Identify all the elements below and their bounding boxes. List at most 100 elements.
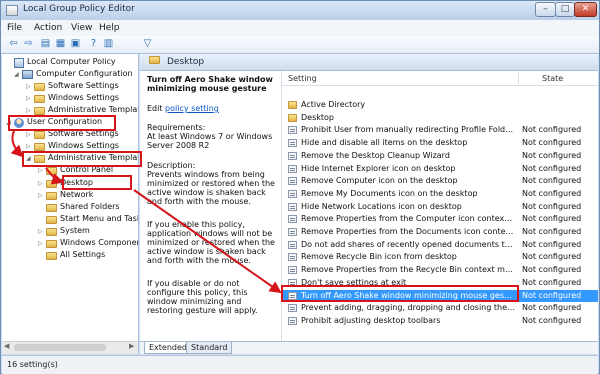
close-button[interactable]: ✕: [574, 2, 597, 17]
collapsed-arrow-icon[interactable]: ▷: [38, 180, 46, 187]
show-hide-tree-icon[interactable]: ▦: [54, 38, 67, 50]
forward-arrow-icon[interactable]: ⇨: [22, 38, 35, 50]
tree-item-computer-configuration[interactable]: ◢ Computer Configuration: [14, 69, 133, 81]
policy-setting-icon: [288, 240, 297, 249]
setting-row[interactable]: Remove My Documents icon on the desktop N…: [282, 188, 598, 200]
back-arrow-icon[interactable]: ⇦: [7, 38, 20, 50]
folder-icon: [46, 180, 57, 188]
window-title: Local Group Policy Editor: [23, 4, 135, 14]
setting-row[interactable]: Remove Computer icon on the desktop Not c…: [282, 175, 598, 187]
list-folder-row[interactable]: Desktop: [282, 112, 598, 124]
status-text: 16 setting(s): [7, 360, 58, 369]
policy-setting-icon: [288, 126, 297, 135]
setting-row[interactable]: Hide and disable all items on the deskto…: [282, 137, 598, 149]
collapsed-arrow-icon[interactable]: ▷: [38, 228, 46, 235]
setting-row[interactable]: Hide Internet Explorer icon on desktop No…: [282, 163, 598, 175]
description-pane: Turn off Aero Shake window minimizing mo…: [140, 71, 282, 341]
setting-name: Hide and disable all items on the deskto…: [301, 138, 468, 148]
setting-row[interactable]: Prohibit adjusting desktop toolbars Not c…: [282, 315, 598, 327]
menu-help[interactable]: Help: [99, 23, 120, 33]
minimize-button[interactable]: –: [535, 2, 556, 17]
setting-row[interactable]: Prevent adding, dragging, dropping and c…: [282, 302, 598, 314]
tree-item-label: Administrative Templates: [48, 153, 138, 162]
tree-item-label: Network: [60, 190, 94, 199]
policy-setting-icon: [288, 151, 297, 160]
collapsed-arrow-icon[interactable]: ▷: [38, 167, 46, 174]
setting-state: Not configured: [522, 277, 582, 287]
tree-item-administrative-templates[interactable]: ◢ Administrative Templates: [26, 153, 138, 165]
tree-item-software-settings[interactable]: ▷ Software Settings: [26, 129, 119, 141]
setting-row[interactable]: Hide Network Locations icon on desktop No…: [282, 201, 598, 213]
column-state[interactable]: State: [542, 74, 563, 83]
help-icon[interactable]: ?: [87, 38, 100, 50]
requirements-label: Requirements:: [147, 123, 206, 132]
scroll-right-icon[interactable]: ▶: [129, 342, 134, 350]
collapsed-arrow-icon[interactable]: ▷: [26, 107, 34, 114]
tree-item-label: All Settings: [60, 250, 106, 259]
policy-setting-icon: [288, 291, 297, 300]
tab-extended[interactable]: Extended: [144, 342, 192, 354]
tree-horizontal-scrollbar[interactable]: ◀ ▶: [2, 341, 138, 354]
setting-state: Not configured: [522, 290, 582, 300]
setting-row[interactable]: Remove the Desktop Cleanup Wizard Not con…: [282, 150, 598, 162]
tree-item-local-computer-policy[interactable]: Local Computer Policy: [6, 57, 116, 69]
export-list-icon[interactable]: ▣: [69, 38, 82, 50]
collapsed-arrow-icon[interactable]: ▷: [26, 83, 34, 90]
tree-item-system[interactable]: ▷ System: [38, 226, 90, 238]
tree-item-user-configuration[interactable]: ◢ User Configuration: [6, 117, 102, 129]
tab-standard[interactable]: Standard: [186, 342, 233, 354]
policy-setting-icon: [288, 304, 297, 313]
title-bar[interactable]: Local Group Policy Editor – □ ✕: [1, 1, 599, 20]
tree-item-start-menu-and-taskb[interactable]: Start Menu and Taskb: [38, 214, 138, 226]
folder-icon: [149, 56, 160, 64]
edit-policy-link[interactable]: policy setting: [165, 104, 219, 113]
folder-icon: [288, 113, 297, 122]
filter-icon[interactable]: ▽: [141, 38, 154, 50]
column-divider[interactable]: [518, 72, 519, 84]
expanded-arrow-icon[interactable]: ◢: [26, 155, 34, 162]
tree-item-all-settings[interactable]: All Settings: [38, 250, 105, 262]
expanded-arrow-icon[interactable]: ◢: [14, 71, 22, 78]
properties-icon[interactable]: ▥: [102, 38, 115, 50]
menu-action[interactable]: Action: [34, 23, 62, 33]
collapsed-arrow-icon[interactable]: ▷: [26, 131, 34, 138]
tree-item-shared-folders[interactable]: Shared Folders: [38, 202, 120, 214]
setting-row[interactable]: Prohibit User from manually redirecting …: [282, 124, 598, 136]
setting-name: Remove Properties from the Documents ico…: [301, 227, 515, 236]
enable-text: If you enable this policy, application w…: [147, 220, 275, 265]
tree-item-windows-settings[interactable]: ▷ Windows Settings: [26, 93, 119, 105]
menu-view[interactable]: View: [71, 23, 92, 33]
navigation-tree[interactable]: Local Computer Policy ◢ Computer Configura…: [2, 54, 139, 354]
menu-file[interactable]: File: [7, 23, 22, 33]
collapsed-arrow-icon[interactable]: ▷: [38, 240, 46, 247]
tree-item-desktop[interactable]: ▷ Desktop: [38, 178, 93, 190]
scroll-left-icon[interactable]: ◀: [4, 342, 9, 350]
up-folder-icon[interactable]: ▤: [39, 38, 52, 50]
tree-item-control-panel[interactable]: ▷ Control Panel: [38, 165, 113, 177]
setting-row[interactable]: Remove Recycle Bin icon from desktop Not …: [282, 251, 598, 263]
collapsed-arrow-icon[interactable]: ▷: [38, 192, 46, 199]
expanded-arrow-icon[interactable]: ◢: [6, 119, 14, 126]
tree-item-software-settings[interactable]: ▷ Software Settings: [26, 81, 119, 93]
setting-row[interactable]: Remove Properties from the Documents ico…: [282, 226, 598, 238]
tree-item-administrative-templates[interactable]: ▷ Administrative Templates: [26, 105, 138, 117]
maximize-button[interactable]: □: [555, 2, 575, 17]
setting-row[interactable]: Don't save settings at exit Not configure…: [282, 277, 598, 289]
list-folder-row[interactable]: Active Directory: [282, 99, 598, 111]
setting-row[interactable]: Remove Properties from the Recycle Bin c…: [282, 264, 598, 276]
collapsed-arrow-icon[interactable]: ▷: [26, 143, 34, 150]
column-setting[interactable]: Setting: [288, 74, 317, 83]
setting-row[interactable]: Remove Properties from the Computer icon…: [282, 213, 598, 225]
policy-setting-icon: [288, 189, 297, 198]
tree-item-windows-component[interactable]: ▷ Windows Component: [38, 238, 138, 250]
tree-item-label: Software Settings: [48, 81, 119, 90]
tree-item-windows-settings[interactable]: ▷ Windows Settings: [26, 141, 119, 153]
setting-row[interactable]: Turn off Aero Shake window minimizing mo…: [282, 289, 598, 302]
tree-item-label: Software Settings: [48, 129, 119, 138]
setting-row[interactable]: Do not add shares of recently opened doc…: [282, 239, 598, 251]
folder-icon: [34, 131, 45, 139]
scroll-thumb[interactable]: [14, 344, 106, 351]
tree-item-network[interactable]: ▷ Network: [38, 190, 93, 202]
setting-name: Remove My Documents icon on the desktop: [301, 188, 478, 198]
collapsed-arrow-icon[interactable]: ▷: [26, 95, 34, 102]
